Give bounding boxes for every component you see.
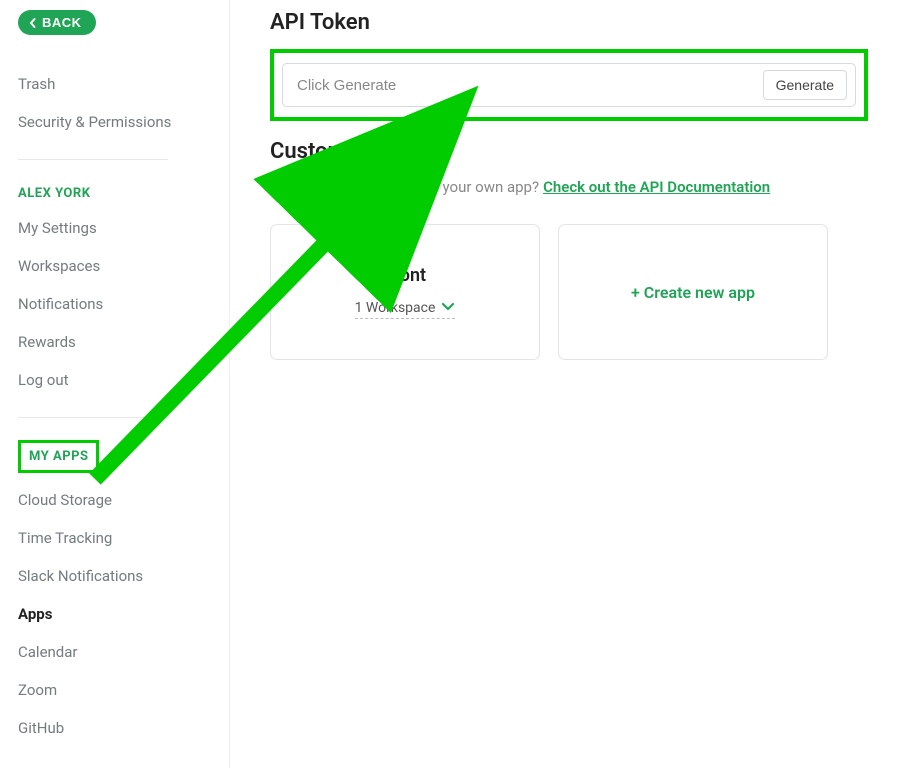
back-label: BACK bbox=[42, 15, 82, 30]
my-apps-section-header: MY APPS bbox=[29, 449, 88, 464]
api-token-highlight: Generate bbox=[270, 49, 868, 121]
sidebar-item-notifications[interactable]: Notifications bbox=[18, 285, 211, 323]
back-button[interactable]: BACK bbox=[18, 10, 96, 35]
sidebar-item-github[interactable]: GitHub bbox=[18, 709, 211, 747]
workspace-label: 1 Workspace bbox=[355, 300, 436, 316]
my-apps-highlight: MY APPS bbox=[18, 440, 99, 473]
help-icon: ? bbox=[270, 179, 286, 195]
sidebar-item-log-out[interactable]: Log out bbox=[18, 361, 211, 399]
api-token-title: API Token bbox=[270, 10, 868, 35]
api-token-row: Generate bbox=[282, 63, 856, 107]
sidebar-item-time-tracking[interactable]: Time Tracking bbox=[18, 519, 211, 557]
chevron-down-icon bbox=[441, 300, 455, 316]
divider bbox=[18, 159, 168, 160]
sidebar-item-calendar[interactable]: Calendar bbox=[18, 633, 211, 671]
user-section-header: ALEX YORK bbox=[18, 178, 211, 209]
app-name: Front bbox=[384, 265, 426, 286]
apps-row: Front 1 Workspace + Create new app bbox=[270, 224, 868, 360]
generate-button[interactable]: Generate bbox=[763, 70, 847, 100]
sidebar-item-security-permissions[interactable]: Security & Permissions bbox=[18, 103, 211, 141]
api-token-input[interactable] bbox=[297, 77, 763, 94]
sidebar-item-zoom[interactable]: Zoom bbox=[18, 671, 211, 709]
sidebar-item-slack-notifications[interactable]: Slack Notifications bbox=[18, 557, 211, 595]
workspace-selector[interactable]: 1 Workspace bbox=[355, 300, 456, 319]
sidebar-item-apps[interactable]: Apps bbox=[18, 595, 211, 633]
create-app-label: + Create new app bbox=[631, 283, 755, 302]
sidebar-item-rewards[interactable]: Rewards bbox=[18, 323, 211, 361]
sidebar-item-workspaces[interactable]: Workspaces bbox=[18, 247, 211, 285]
sidebar-item-trash[interactable]: Trash bbox=[18, 65, 211, 103]
api-docs-link[interactable]: Check out the API Documentation bbox=[543, 178, 770, 196]
sidebar-item-my-settings[interactable]: My Settings bbox=[18, 209, 211, 247]
app-card-front[interactable]: Front 1 Workspace bbox=[270, 224, 540, 360]
help-text: Do you want to create your own app? bbox=[294, 178, 539, 196]
help-row: ? Do you want to create your own app? Ch… bbox=[270, 178, 868, 196]
sidebar: BACK Trash Security & Permissions ALEX Y… bbox=[0, 0, 230, 768]
sidebar-item-cloud-storage[interactable]: Cloud Storage bbox=[18, 481, 211, 519]
custom-apps-title: Custom Apps bbox=[270, 139, 868, 164]
chevron-left-icon bbox=[28, 18, 38, 28]
create-new-app-card[interactable]: + Create new app bbox=[558, 224, 828, 360]
divider bbox=[18, 417, 168, 418]
main-content: API Token Generate Custom Apps ? Do you … bbox=[230, 0, 898, 768]
